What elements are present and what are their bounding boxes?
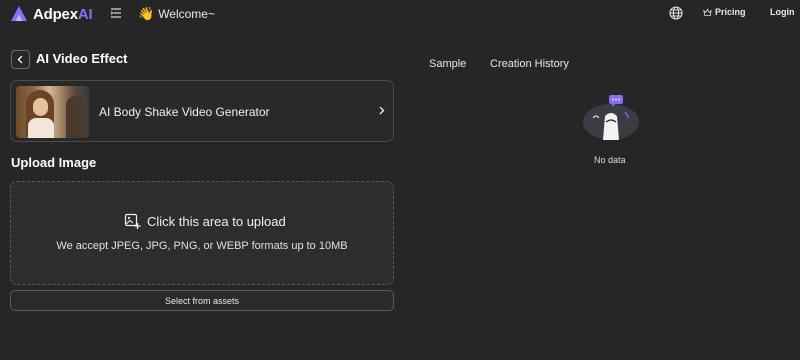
upload-prompt[interactable]: Click this area to upload <box>124 213 286 230</box>
pricing-label: Pricing <box>715 7 746 17</box>
menu-icon[interactable] <box>110 7 122 19</box>
effect-selector-card[interactable]: AI Body Shake Video Generator <box>10 80 394 142</box>
pricing-link[interactable]: Pricing <box>703 7 746 17</box>
page-title: AI Video Effect <box>36 51 128 66</box>
waving-hand-icon: 👋 <box>138 6 155 21</box>
empty-state-text: No data <box>594 155 626 165</box>
globe-icon[interactable] <box>669 6 683 20</box>
back-button[interactable] <box>11 50 30 69</box>
welcome-message: 👋 Welcome~ <box>138 6 215 22</box>
brand-name: AdpexAI <box>33 5 93 23</box>
image-upload-icon <box>124 213 141 229</box>
logo-icon <box>11 6 27 21</box>
welcome-text: Welcome~ <box>158 7 215 21</box>
upload-formats-note: We accept JPEG, JPG, PNG, or WEBP format… <box>56 240 348 252</box>
empty-state-illustration <box>583 95 639 140</box>
chevron-left-icon <box>17 55 23 64</box>
upload-dropzone[interactable] <box>10 181 394 285</box>
upload-prompt-text: Click this area to upload <box>147 214 286 229</box>
pricing-icon <box>703 8 712 16</box>
tab-sample[interactable]: Sample <box>429 58 466 70</box>
select-from-assets-button[interactable]: Select from assets <box>10 290 394 311</box>
effect-thumbnail <box>16 86 89 138</box>
tab-creation-history[interactable]: Creation History <box>490 58 569 70</box>
upload-section-title: Upload Image <box>11 155 97 170</box>
chevron-right-icon[interactable] <box>377 106 386 115</box>
effect-name: AI Body Shake Video Generator <box>99 105 270 119</box>
brand-logo[interactable]: AdpexAI <box>10 5 93 23</box>
top-bar: AdpexAI 👋 Welcome~ Pricing Login <box>0 0 800 28</box>
login-button[interactable]: Login <box>770 7 795 17</box>
